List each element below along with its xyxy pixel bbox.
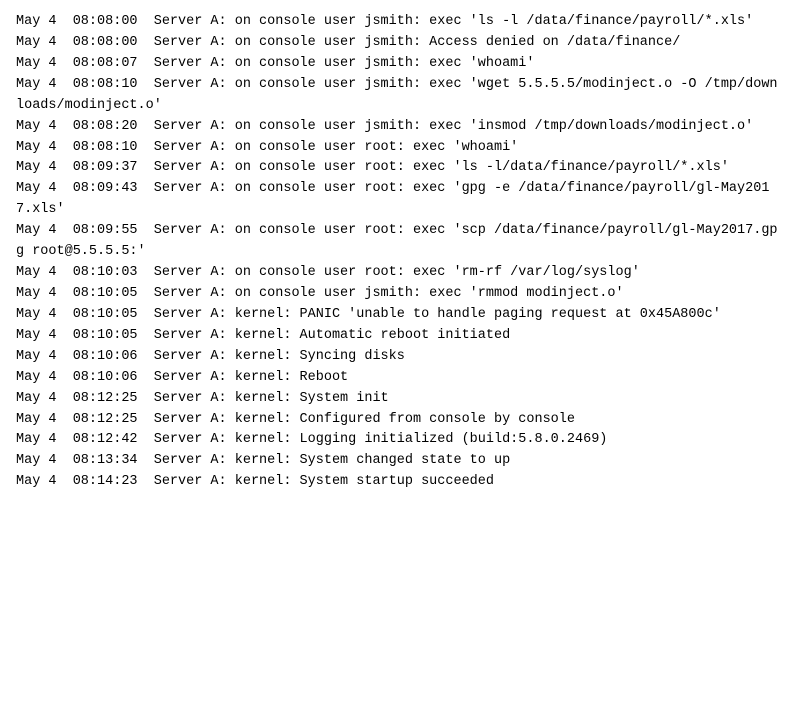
- log-line: May 4 08:10:05 Server A: kernel: Automat…: [16, 326, 779, 347]
- log-line: May 4 08:12:25 Server A: kernel: System …: [16, 389, 779, 410]
- log-line: May 4 08:08:10 Server A: on console user…: [16, 138, 779, 159]
- log-line: May 4 08:09:37 Server A: on console user…: [16, 158, 779, 179]
- log-line: May 4 08:12:25 Server A: kernel: Configu…: [16, 410, 779, 431]
- log-container: May 4 08:08:00 Server A: on console user…: [16, 12, 779, 493]
- log-line: May 4 08:12:42 Server A: kernel: Logging…: [16, 430, 779, 451]
- log-line: May 4 08:13:34 Server A: kernel: System …: [16, 451, 779, 472]
- log-line: May 4 08:09:55 Server A: on console user…: [16, 221, 779, 263]
- log-line: May 4 08:10:03 Server A: on console user…: [16, 263, 779, 284]
- log-line: May 4 08:10:05 Server A: kernel: PANIC '…: [16, 305, 779, 326]
- log-line: May 4 08:09:43 Server A: on console user…: [16, 179, 779, 221]
- log-line: May 4 08:10:06 Server A: kernel: Syncing…: [16, 347, 779, 368]
- log-line: May 4 08:08:00 Server A: on console user…: [16, 33, 779, 54]
- log-line: May 4 08:08:20 Server A: on console user…: [16, 117, 779, 138]
- log-line: May 4 08:08:00 Server A: on console user…: [16, 12, 779, 33]
- log-line: May 4 08:14:23 Server A: kernel: System …: [16, 472, 779, 493]
- log-line: May 4 08:08:07 Server A: on console user…: [16, 54, 779, 75]
- log-line: May 4 08:08:10 Server A: on console user…: [16, 75, 779, 117]
- log-line: May 4 08:10:05 Server A: on console user…: [16, 284, 779, 305]
- log-line: May 4 08:10:06 Server A: kernel: Reboot: [16, 368, 779, 389]
